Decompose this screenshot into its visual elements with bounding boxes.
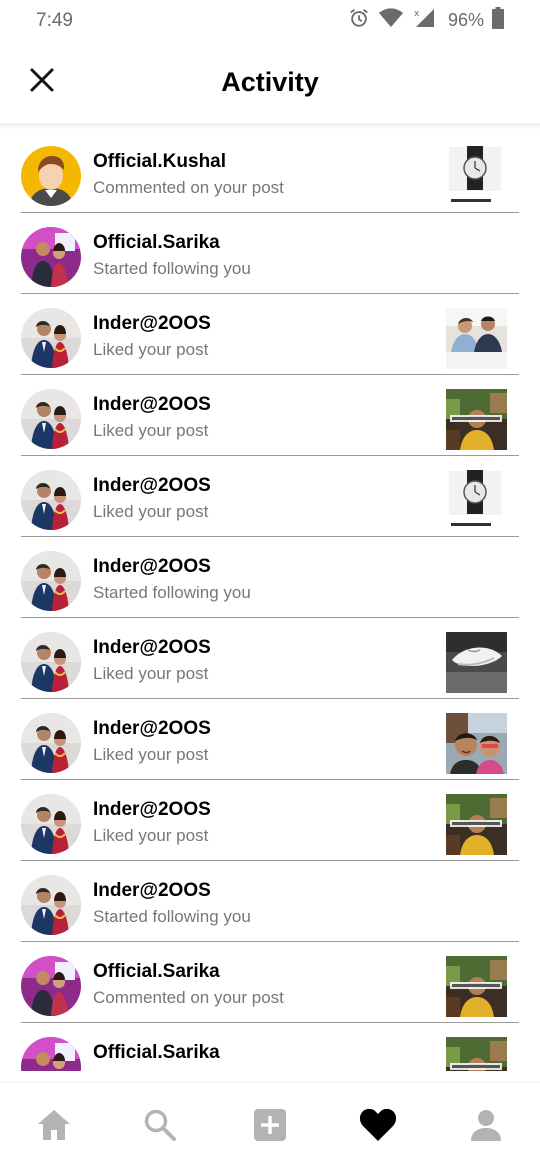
nav-add-post-button[interactable] bbox=[250, 1107, 290, 1147]
nav-heart-button[interactable] bbox=[358, 1107, 398, 1147]
home-icon bbox=[36, 1108, 72, 1147]
activity-action: Liked your post bbox=[93, 340, 209, 359]
avatar[interactable] bbox=[21, 875, 81, 935]
avatar[interactable] bbox=[21, 794, 81, 854]
activity-username[interactable]: Inder@2OOS bbox=[93, 556, 211, 578]
activity-item[interactable]: Official.Kushal Commented on your post bbox=[0, 132, 540, 213]
activity-item[interactable]: Inder@2OOS Started following you bbox=[0, 537, 540, 618]
heart-icon bbox=[359, 1108, 397, 1147]
post-thumbnail[interactable] bbox=[446, 146, 507, 207]
activity-action: Liked your post bbox=[93, 502, 209, 521]
avatar[interactable] bbox=[21, 551, 81, 611]
bottom-nav bbox=[0, 1082, 540, 1170]
battery-icon bbox=[492, 6, 504, 34]
header-divider bbox=[0, 123, 540, 129]
activity-username[interactable]: Inder@2OOS bbox=[93, 637, 211, 659]
status-time: 7:49 bbox=[36, 10, 73, 31]
activity-action: Liked your post bbox=[93, 664, 209, 683]
activity-action: Started following you bbox=[93, 907, 251, 926]
activity-action: Liked your post bbox=[93, 826, 209, 845]
avatar[interactable] bbox=[21, 389, 81, 449]
activity-username[interactable]: Official.Sarika bbox=[93, 961, 220, 983]
activity-item[interactable]: Inder@2OOS Liked your post bbox=[0, 699, 540, 780]
activity-username[interactable]: Inder@2OOS bbox=[93, 880, 211, 902]
nav-home-button[interactable] bbox=[34, 1107, 74, 1147]
activity-item[interactable]: Official.Sarika bbox=[0, 1023, 540, 1071]
activity-username[interactable]: Inder@2OOS bbox=[93, 475, 211, 497]
signal-icon: x bbox=[412, 7, 436, 34]
avatar[interactable] bbox=[21, 713, 81, 773]
nav-profile-button[interactable] bbox=[466, 1107, 506, 1147]
alarm-icon bbox=[348, 7, 370, 34]
svg-text:x: x bbox=[414, 9, 420, 19]
activity-item[interactable]: Inder@2OOS Liked your post bbox=[0, 618, 540, 699]
activity-action: Liked your post bbox=[93, 421, 209, 440]
post-thumbnail[interactable] bbox=[446, 470, 507, 531]
wifi-icon bbox=[378, 7, 404, 34]
activity-item[interactable]: Inder@2OOS Liked your post bbox=[0, 456, 540, 537]
post-thumbnail[interactable] bbox=[446, 632, 507, 693]
activity-item[interactable]: Inder@2OOS Liked your post bbox=[0, 375, 540, 456]
post-thumbnail[interactable] bbox=[446, 389, 507, 450]
activity-action: Started following you bbox=[93, 583, 251, 602]
activity-item[interactable]: Official.Sarika Started following you bbox=[0, 213, 540, 294]
avatar[interactable] bbox=[21, 632, 81, 692]
post-thumbnail[interactable] bbox=[446, 713, 507, 774]
activity-item[interactable]: Inder@2OOS Liked your post bbox=[0, 294, 540, 375]
activity-username[interactable]: Inder@2OOS bbox=[93, 394, 211, 416]
activity-username[interactable]: Inder@2OOS bbox=[93, 313, 211, 335]
status-icons: x 96% bbox=[348, 6, 504, 34]
activity-action: Commented on your post bbox=[93, 178, 284, 197]
page-title: Activity bbox=[221, 67, 319, 97]
add-post-icon bbox=[253, 1108, 287, 1147]
activity-username[interactable]: Official.Sarika bbox=[93, 1042, 220, 1064]
activity-action: Liked your post bbox=[93, 745, 209, 764]
activity-username[interactable]: Inder@2OOS bbox=[93, 799, 211, 821]
activity-action: Commented on your post bbox=[93, 988, 284, 1007]
activity-list[interactable]: Official.Kushal Commented on your post Off… bbox=[0, 132, 540, 1071]
activity-item[interactable]: Inder@2OOS Liked your post bbox=[0, 780, 540, 861]
post-thumbnail[interactable] bbox=[446, 794, 507, 855]
avatar[interactable] bbox=[21, 146, 81, 206]
activity-username[interactable]: Inder@2OOS bbox=[93, 718, 211, 740]
avatar[interactable] bbox=[21, 1037, 81, 1071]
avatar[interactable] bbox=[21, 308, 81, 368]
avatar[interactable] bbox=[21, 227, 81, 287]
header: Activity bbox=[0, 40, 540, 124]
activity-username[interactable]: Official.Kushal bbox=[93, 151, 226, 173]
post-thumbnail[interactable] bbox=[446, 1037, 507, 1071]
activity-item[interactable]: Official.Sarika Commented on your post bbox=[0, 942, 540, 1023]
activity-action: Started following you bbox=[93, 259, 251, 278]
post-thumbnail[interactable] bbox=[446, 956, 507, 1017]
search-icon bbox=[143, 1108, 177, 1147]
avatar[interactable] bbox=[21, 470, 81, 530]
post-thumbnail[interactable] bbox=[446, 308, 507, 369]
profile-icon bbox=[469, 1108, 503, 1147]
avatar[interactable] bbox=[21, 956, 81, 1016]
activity-item[interactable]: Inder@2OOS Started following you bbox=[0, 861, 540, 942]
nav-search-button[interactable] bbox=[140, 1107, 180, 1147]
battery-percent: 96% bbox=[447, 9, 484, 30]
activity-username[interactable]: Official.Sarika bbox=[93, 232, 220, 254]
status-bar: 7:49 x 96% bbox=[0, 0, 540, 40]
